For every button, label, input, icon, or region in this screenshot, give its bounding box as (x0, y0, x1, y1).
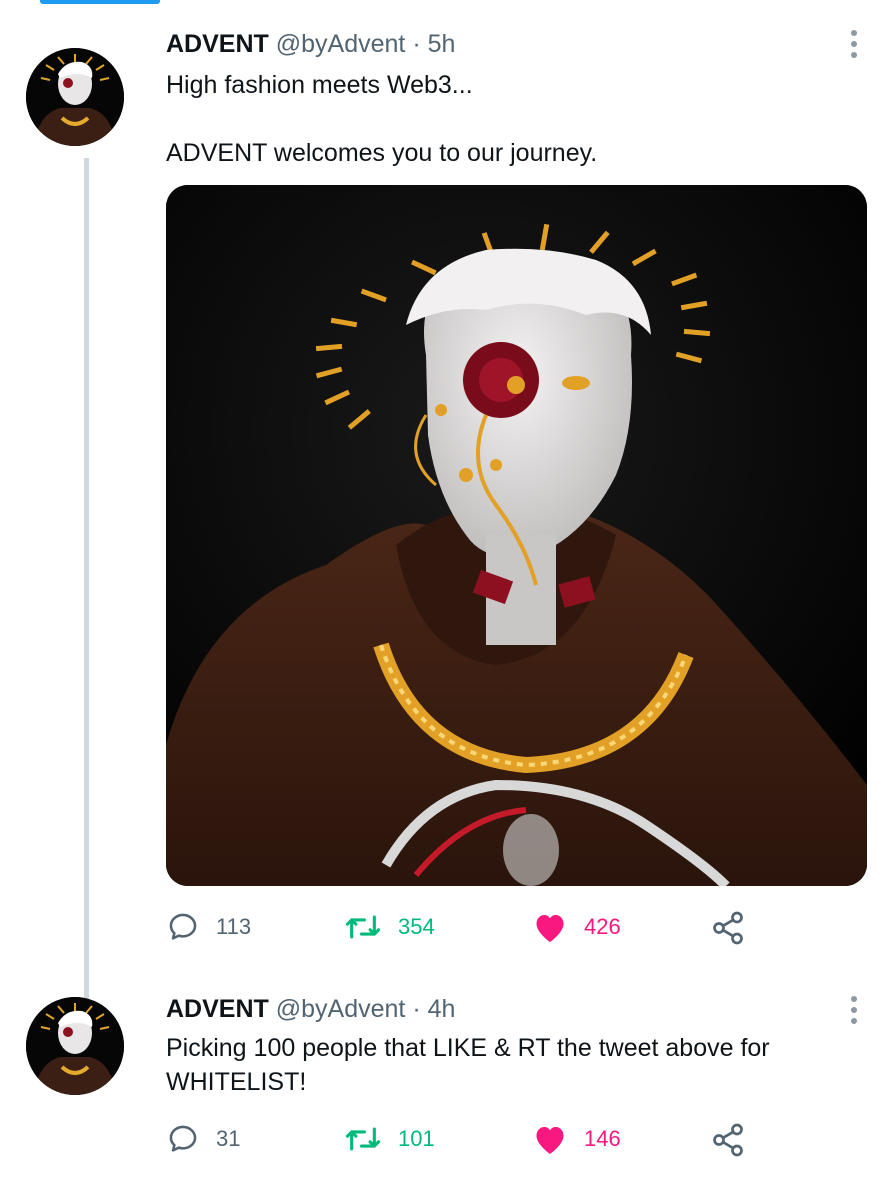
reply-button[interactable]: 113 (166, 910, 251, 944)
retweet-count: 101 (398, 1126, 435, 1151)
tweet[interactable]: ADVENT @byAdvent · 5h High fashion meets… (0, 0, 893, 1000)
tweet-text: Picking 100 people that LIKE & RT the tw… (166, 1034, 770, 1096)
tweet-text: High fashion meets Web3... ADVENT welcom… (166, 71, 598, 167)
retweet-icon (345, 915, 381, 939)
separator-dot: · (412, 995, 421, 1023)
reply-button[interactable]: 31 (166, 1122, 240, 1156)
thread-line (84, 158, 89, 1000)
share-button[interactable] (710, 1122, 746, 1158)
user-handle[interactable]: @byAdvent (276, 995, 406, 1023)
reply-icon (169, 913, 197, 940)
reply-count: 31 (216, 1126, 241, 1151)
display-name[interactable]: ADVENT (166, 30, 269, 58)
avatar[interactable] (26, 997, 124, 1095)
retweet-icon (345, 1127, 381, 1151)
like-count: 146 (584, 1126, 621, 1151)
tweet-header: ADVENT @byAdvent · 4h (166, 995, 455, 1024)
like-button[interactable]: 146 (532, 1122, 621, 1156)
share-icon (713, 911, 743, 945)
reply-count: 113 (216, 914, 252, 939)
tweet-actions: 113 354 426 (166, 910, 893, 950)
retweet-button[interactable]: 354 (344, 910, 435, 944)
reply-icon (169, 1125, 197, 1152)
share-button[interactable] (710, 910, 746, 946)
avatar[interactable] (26, 48, 124, 146)
user-handle[interactable]: @byAdvent (276, 30, 406, 58)
share-icon (713, 1123, 743, 1157)
timestamp[interactable]: 5h (428, 30, 456, 58)
tweet-header: ADVENT @byAdvent · 5h (166, 30, 455, 59)
more-options-icon[interactable] (849, 996, 859, 1029)
tweet-actions: 31 101 146 (166, 1122, 893, 1162)
timestamp[interactable]: 4h (428, 995, 456, 1023)
like-button[interactable]: 426 (532, 910, 621, 944)
retweet-button[interactable]: 101 (344, 1122, 435, 1156)
heart-filled-icon (536, 1127, 564, 1154)
retweet-count: 354 (398, 914, 435, 939)
display-name[interactable]: ADVENT (166, 995, 269, 1023)
heart-filled-icon (536, 915, 564, 942)
separator-dot: · (412, 30, 421, 58)
more-options-icon[interactable] (849, 30, 859, 63)
tweet[interactable]: ADVENT @byAdvent · 4h Picking 100 people… (0, 980, 893, 1200)
tweet-media-image[interactable] (166, 185, 867, 886)
like-count: 426 (584, 914, 621, 939)
